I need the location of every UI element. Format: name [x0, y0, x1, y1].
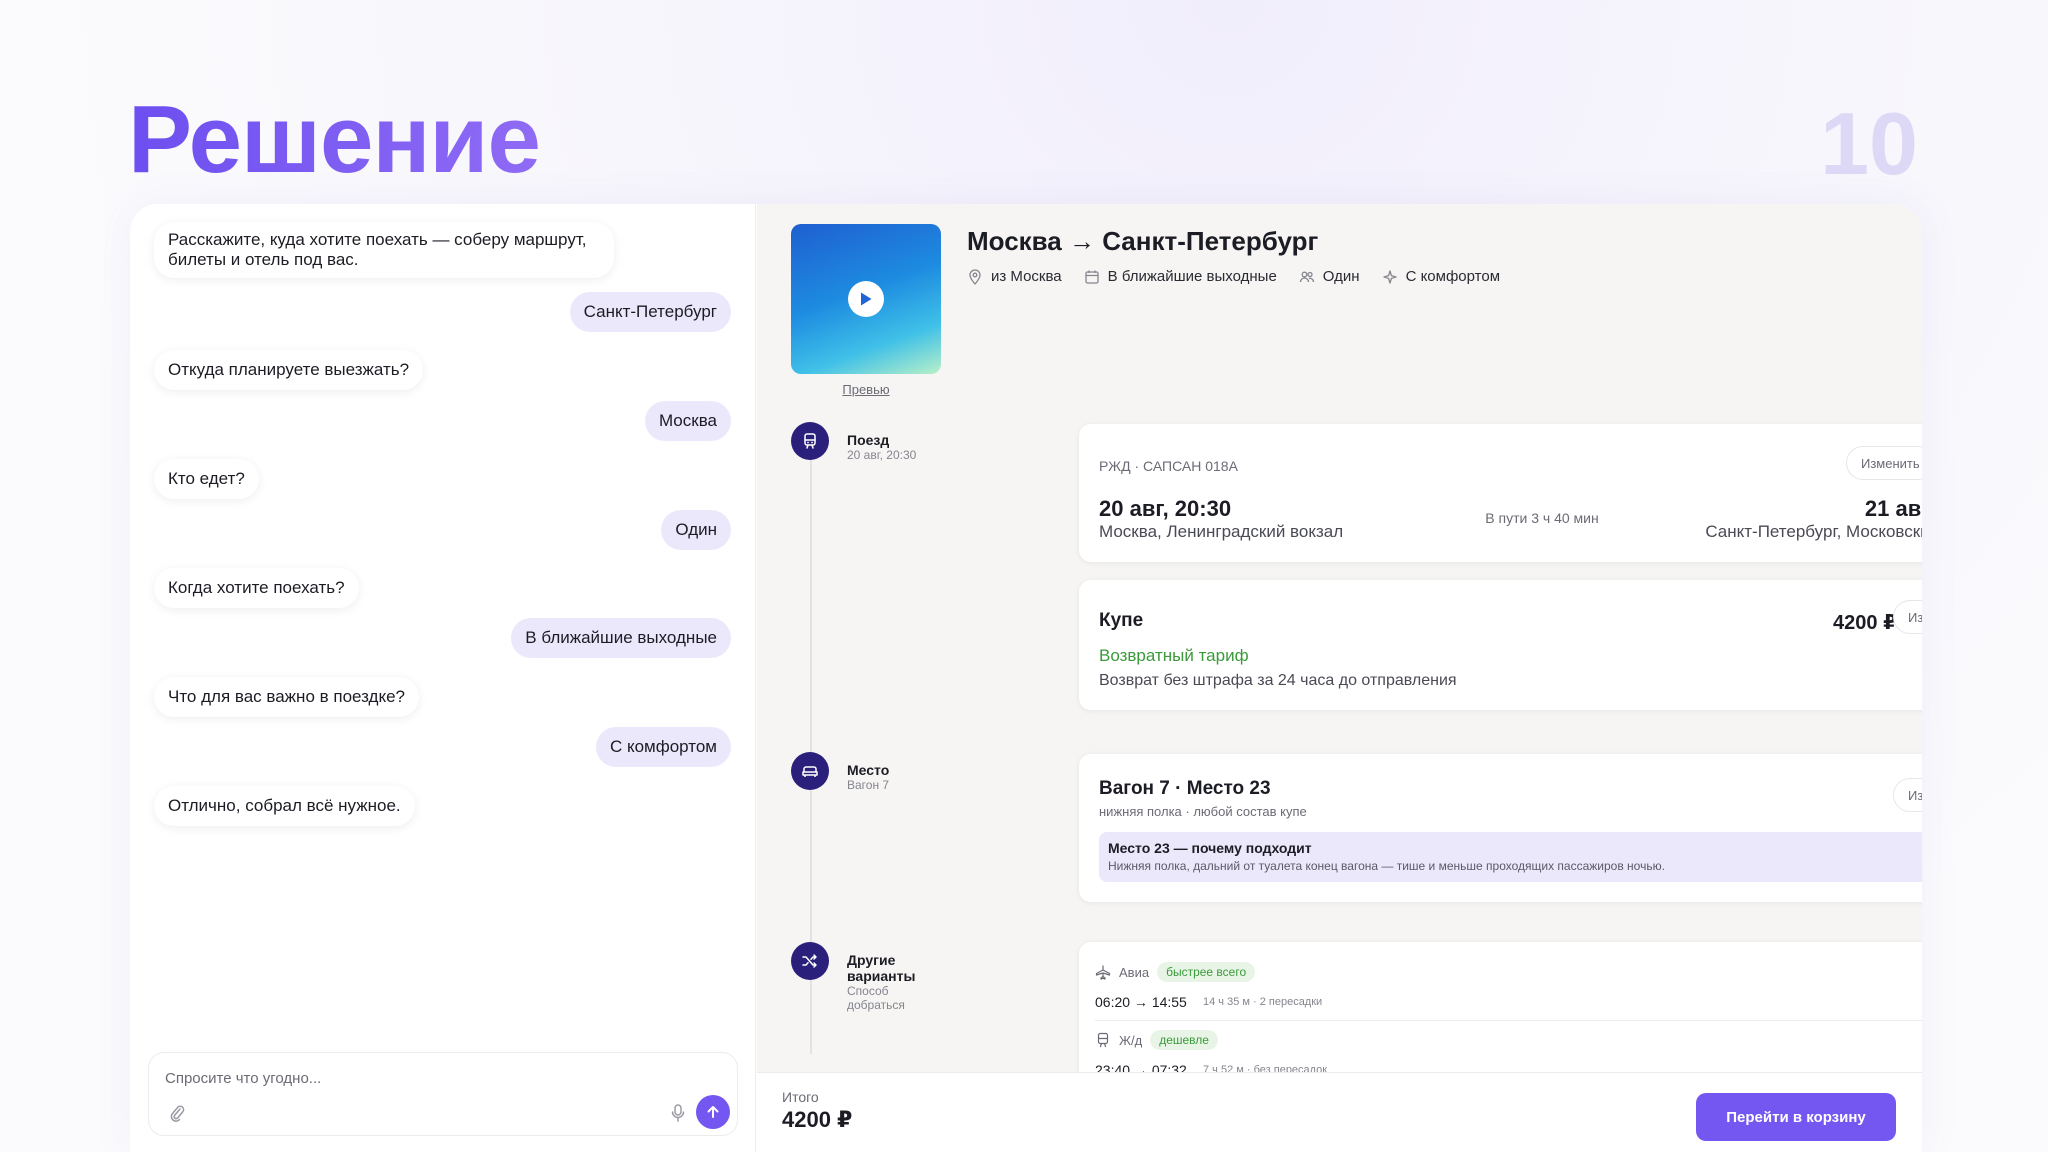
timeline-title: Другие варианты — [847, 952, 916, 984]
trip-params: из Москва В ближайшие выходные Один С ко… — [967, 268, 1500, 285]
users-icon — [1299, 271, 1314, 282]
alt-badge: дешевле — [1150, 1030, 1218, 1050]
chat-composer — [148, 1052, 738, 1136]
checkout-footer: Итого 4200 ₽ Перейти в корзину — [757, 1072, 1922, 1152]
carrier-label: РЖД · САПСАН 018А — [1099, 458, 1238, 474]
chip-label: из Москва — [991, 268, 1062, 285]
timeline-seat-node — [791, 752, 829, 790]
timeline-subtitle: 20 авг, 20:30 — [847, 448, 917, 462]
seat-icon — [802, 766, 818, 777]
preview-link[interactable]: Превью — [791, 382, 941, 397]
chat-message-user: Один — [661, 510, 731, 550]
plane-icon — [1095, 965, 1111, 980]
chat-message-bot: Кто едет? — [154, 459, 259, 499]
departure-time: 20 авг, 20:30 — [1099, 496, 1232, 521]
play-button[interactable] — [848, 281, 884, 317]
alt-badge: быстрее всего — [1157, 962, 1256, 982]
chat-input[interactable] — [165, 1067, 685, 1089]
trip-duration: В пути 3 ч 40 мин — [1485, 510, 1599, 526]
seat-subtitle: нижняя полка · любой состав купе — [1099, 804, 1307, 819]
refund-policy: Возврат без штрафа за 24 часа до отправл… — [1099, 672, 1457, 689]
timeline-train-node — [791, 422, 829, 460]
trip-panel: Превью Москва → Санкт-Петербург из Москв… — [757, 204, 1922, 1152]
chip-label: В ближайшие выходные — [1107, 268, 1277, 285]
chip-origin: из Москва — [967, 268, 1062, 285]
alternatives-card: Авиа быстрее всего 06:20 → 14:55 14 ч 35… — [1079, 942, 1922, 1082]
play-icon — [861, 292, 872, 306]
alt-divider — [1095, 1020, 1922, 1021]
chip-preference: С комфортом — [1382, 268, 1500, 285]
map-pin-icon — [969, 268, 981, 285]
tariff-card: Купе 4200 ₽ Изменить Возвратный тариф Во… — [1079, 580, 1922, 710]
send-button[interactable] — [696, 1095, 730, 1129]
timeline-other-label: Другие варианты Способ добраться — [847, 952, 937, 1012]
train-card: РЖД · САПСАН 018А Изменить 20 авг, 20:30… — [1079, 424, 1922, 562]
slide-number: 10 — [1820, 94, 1918, 193]
chat-message-user: Санкт-Петербург — [569, 292, 731, 332]
seat-explanation: Место 23 — почему подходит Нижняя полка,… — [1099, 832, 1922, 882]
slide-title: Решение — [128, 86, 541, 193]
timeline-train-label: Поезд 20 авг, 20:30 — [847, 432, 916, 462]
alt-option-air[interactable]: Авиа быстрее всего — [1095, 962, 1256, 982]
departure-station: Москва, Ленинградский вокзал — [1099, 522, 1344, 541]
timeline-title: Место — [847, 762, 890, 778]
timeline-subtitle: Вагон 7 — [847, 778, 890, 792]
timeline-seat-label: Место Вагон 7 — [847, 762, 889, 792]
chip-label: Один — [1322, 268, 1360, 285]
alt-option-rail[interactable]: Ж/д дешевле — [1095, 1030, 1218, 1050]
tariff-type: Возвратный тариф — [1099, 646, 1249, 665]
chat-panel: Расскажите, куда хотите поехать — соберу… — [130, 204, 756, 1152]
chip-dates: В ближайшие выходные — [1084, 268, 1277, 285]
chat-message-user: Москва — [644, 401, 731, 441]
seat-explanation-text: Нижняя полка, дальний от туалета конец в… — [1108, 859, 1665, 873]
chat-message-user: С комфортом — [595, 727, 731, 767]
alt-details: 14 ч 35 м · 2 пересадки — [1203, 996, 1323, 1008]
alt-mode: Авиа — [1119, 964, 1150, 980]
chip-label: С комфортом — [1405, 268, 1501, 285]
chat-message-user: В ближайшие выходные — [511, 618, 731, 658]
seat-explanation-title: Место 23 — почему подходит — [1108, 840, 1312, 856]
chat-message-bot: Когда хотите поехать? — [154, 568, 359, 608]
chat-message-bot: Откуда планируете выезжать? — [154, 350, 424, 390]
train-icon — [1097, 1032, 1109, 1048]
edit-train-button[interactable]: Изменить — [1846, 446, 1922, 480]
sparkle-icon — [1382, 269, 1397, 284]
total-label: Итого — [782, 1089, 819, 1105]
shuffle-icon — [802, 954, 817, 968]
paperclip-icon[interactable] — [169, 1103, 185, 1123]
edit-tariff-button[interactable]: Изменить — [1893, 600, 1922, 634]
microphone-icon[interactable] — [671, 1103, 685, 1123]
seat-title: Вагон 7 · Место 23 — [1099, 778, 1271, 799]
edit-seat-button[interactable]: Изменить — [1893, 778, 1922, 812]
arrow-up-icon — [707, 1106, 719, 1118]
alt-times: 06:20 → 14:55 — [1095, 994, 1187, 1010]
coach-class: Купе — [1099, 610, 1144, 631]
price-label: 4200 ₽ — [1833, 612, 1897, 634]
chat-message-bot: Отлично, собрал всё нужное. — [154, 786, 415, 826]
total-price: 4200 ₽ — [782, 1107, 853, 1132]
calendar-icon — [1084, 270, 1099, 284]
route-title: Москва → Санкт-Петербург — [967, 226, 1319, 256]
timeline-title: Поезд — [847, 432, 890, 448]
timeline-subtitle: Способ добраться — [847, 984, 905, 1012]
go-to-cart-button[interactable]: Перейти в корзину — [1696, 1093, 1896, 1141]
app-window: Расскажите, куда хотите поехать — соберу… — [130, 204, 1922, 1152]
arrival-time: 21 авг, 00:10 — [1864, 496, 1922, 521]
seat-card: Вагон 7 · Место 23 нижняя полка · любой … — [1079, 754, 1922, 902]
chip-travellers: Один — [1299, 268, 1360, 285]
chat-message-bot: Что для вас важно в поездке? — [154, 677, 419, 717]
chat-message-bot: Расскажите, куда хотите поехать — соберу… — [154, 222, 614, 278]
alt-mode: Ж/д — [1119, 1032, 1143, 1048]
timeline-other-node — [791, 942, 829, 980]
train-icon — [804, 433, 816, 449]
preview-video[interactable] — [791, 224, 941, 374]
arrival-station: Санкт-Петербург, Московский вокзал — [1705, 522, 1922, 541]
